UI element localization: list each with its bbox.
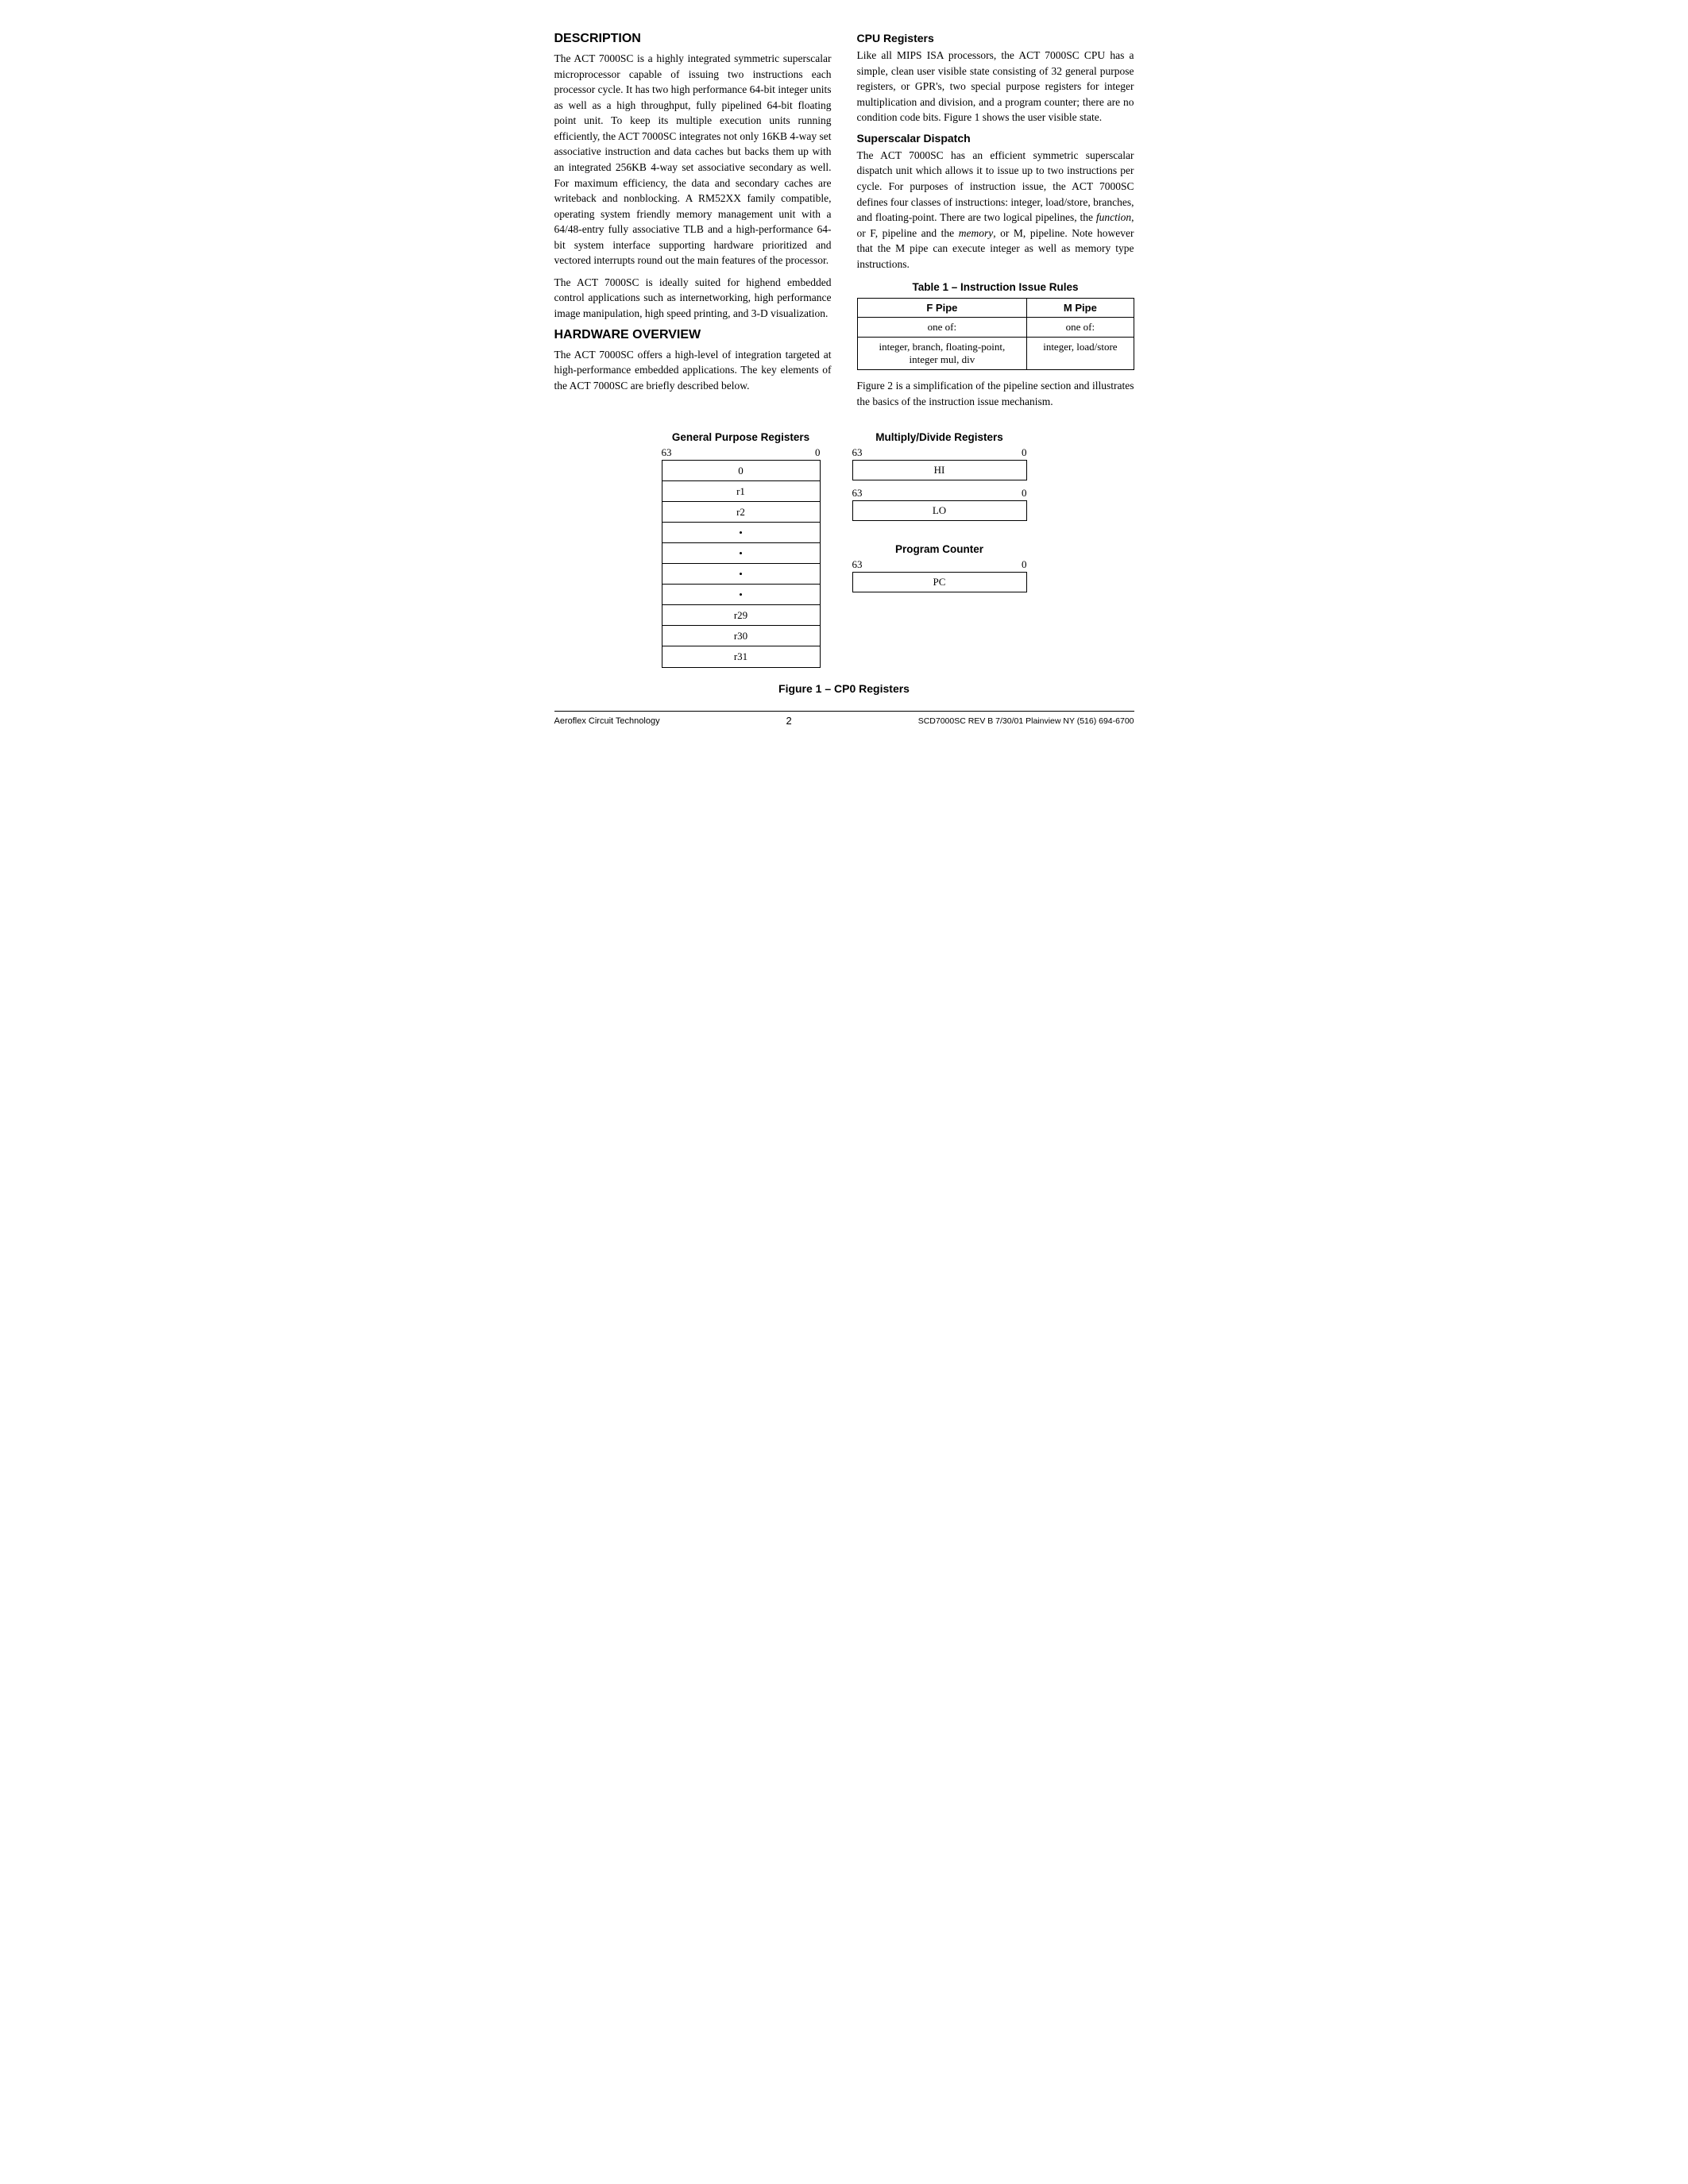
gpr-row-r29: r29 — [662, 605, 820, 626]
gpr-row-dot2: • — [662, 543, 820, 564]
pc-range-left: 63 — [852, 558, 863, 571]
lo-subgroup: 63 0 LO — [852, 487, 1027, 521]
table-col-mpipe: M Pipe — [1027, 299, 1134, 318]
table-col-fpipe: F Pipe — [857, 299, 1027, 318]
diagrams-section: General Purpose Registers 63 0 0 r1 r2 •… — [554, 431, 1134, 668]
gpr-row-r31: r31 — [662, 646, 820, 667]
description-para-1: The ACT 7000SC is a highly integrated sy… — [554, 51, 832, 268]
footer-page-number: 2 — [786, 715, 792, 727]
footer-company: Aeroflex Circuit Technology — [554, 716, 660, 726]
hi-register: HI — [852, 460, 1027, 480]
hi-subgroup: 63 0 HI — [852, 446, 1027, 480]
table-cell: integer, load/store — [1027, 338, 1134, 370]
description-para-2: The ACT 7000SC is ideally suited for hig… — [554, 275, 832, 322]
table-row: integer, branch, floating-point,integer … — [857, 338, 1134, 370]
superscalar-dispatch-para-1: The ACT 7000SC has an efficient symmetri… — [857, 148, 1134, 272]
table1-title: Table 1 – Instruction Issue Rules — [857, 281, 1134, 293]
gpr-row-r30: r30 — [662, 626, 820, 646]
gpr-range-right: 0 — [815, 446, 821, 459]
footer-doc-info: SCD7000SC REV B 7/30/01 Plainview NY (51… — [918, 716, 1134, 726]
cpu-registers-heading: CPU Registers — [857, 32, 1134, 44]
superscalar-dispatch-heading: Superscalar Dispatch — [857, 132, 1134, 145]
lo-range: 63 0 — [852, 487, 1027, 500]
hi-range: 63 0 — [852, 446, 1027, 459]
right-registers: Multiply/Divide Registers 63 0 HI 63 0 L… — [852, 431, 1027, 592]
lo-range-left: 63 — [852, 487, 863, 500]
table-cell: one of: — [1027, 318, 1134, 338]
superscalar-dispatch-para-2: Figure 2 is a simplification of the pipe… — [857, 378, 1134, 409]
instruction-issue-table: F Pipe M Pipe one of: one of: integer, b… — [857, 298, 1134, 370]
gpr-row-r1: r1 — [662, 481, 820, 502]
hardware-overview-para-1: The ACT 7000SC offers a high-level of in… — [554, 347, 832, 394]
figure-caption: Figure 1 – CP0 Registers — [554, 682, 1134, 695]
muldiv-group: Multiply/Divide Registers 63 0 HI 63 0 L… — [852, 431, 1027, 527]
pc-range-right: 0 — [1022, 558, 1027, 571]
gpr-group: General Purpose Registers 63 0 0 r1 r2 •… — [662, 431, 821, 668]
gpr-row-dot4: • — [662, 585, 820, 605]
pc-range: 63 0 — [852, 558, 1027, 571]
gpr-title: General Purpose Registers — [672, 431, 809, 443]
gpr-box: 0 r1 r2 • • • • r29 r30 r31 — [662, 460, 821, 668]
pc-group: Program Counter 63 0 PC — [852, 543, 1027, 592]
muldiv-title: Multiply/Divide Registers — [875, 431, 1003, 443]
pc-title: Program Counter — [895, 543, 983, 555]
table-cell: one of: — [857, 318, 1027, 338]
description-heading: DESCRIPTION — [554, 32, 832, 46]
hardware-overview-heading: HARDWARE OVERVIEW — [554, 328, 832, 342]
hi-range-right: 0 — [1022, 446, 1027, 459]
gpr-row-r2: r2 — [662, 502, 820, 523]
table-cell: integer, branch, floating-point,integer … — [857, 338, 1027, 370]
lo-range-right: 0 — [1022, 487, 1027, 500]
gpr-range-left: 63 — [662, 446, 672, 459]
hi-range-left: 63 — [852, 446, 863, 459]
gpr-row-dot3: • — [662, 564, 820, 585]
pc-register: PC — [852, 572, 1027, 592]
page-footer: Aeroflex Circuit Technology 2 SCD7000SC … — [554, 711, 1134, 727]
gpr-row-0: 0 — [662, 461, 820, 481]
table-row: one of: one of: — [857, 318, 1134, 338]
lo-register: LO — [852, 500, 1027, 521]
cpu-registers-para: Like all MIPS ISA processors, the ACT 70… — [857, 48, 1134, 125]
gpr-row-dot1: • — [662, 523, 820, 543]
